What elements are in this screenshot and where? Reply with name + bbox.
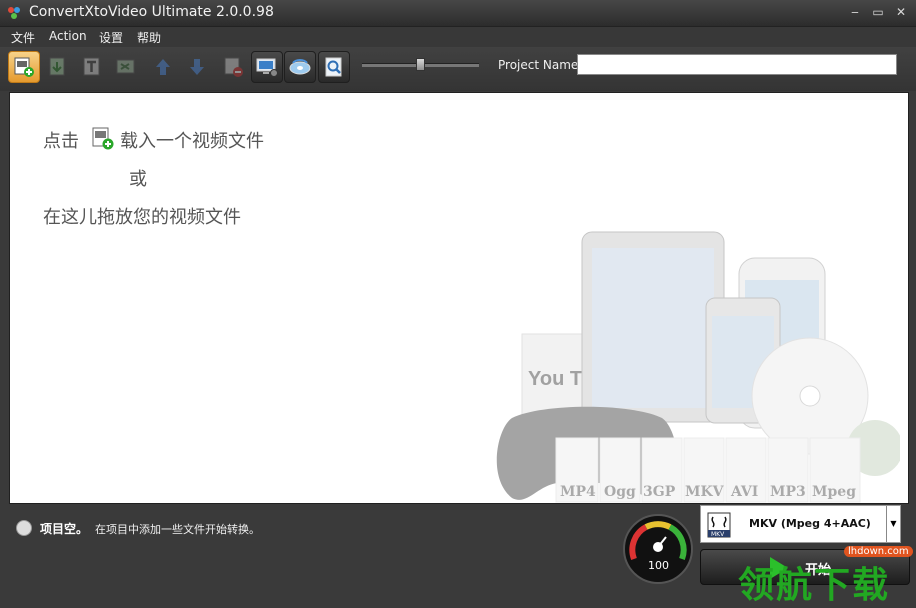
format-tile-3gp: 3GP bbox=[643, 484, 676, 500]
quality-gauge: 100 bbox=[623, 514, 693, 584]
clock-icon bbox=[16, 520, 32, 536]
format-selected-label: MKV (Mpeg 4+AAC) bbox=[749, 517, 871, 530]
mkv-format-icon: MKV bbox=[707, 512, 731, 538]
format-tile-mpeg: Mpeg bbox=[812, 484, 856, 500]
add-video-icon bbox=[14, 57, 34, 77]
arrow-down-icon bbox=[190, 59, 204, 75]
disc-burn-icon bbox=[289, 59, 311, 75]
chevron-down-icon[interactable]: ▼ bbox=[886, 506, 900, 542]
devices-illustration: You Tube MP4 Ogg 3GP MKV AVI MP3 Mpeg bbox=[496, 231, 900, 503]
display-settings-button[interactable] bbox=[251, 51, 283, 83]
window-title: ConvertXtoVideo Ultimate 2.0.0.98 bbox=[29, 4, 274, 20]
drop-zone[interactable]: 点击 载入一个视频文件 或 在这儿拖放您的视频文件 You Tube MP4 O… bbox=[9, 92, 909, 504]
format-tile-mkv: MKV bbox=[685, 484, 725, 500]
format-tile-ogg: Ogg bbox=[604, 484, 636, 500]
menu-help[interactable]: 帮助 bbox=[137, 29, 161, 46]
maximize-button[interactable]: ▭ bbox=[869, 4, 887, 20]
watermark-logo: 领航下载 bbox=[738, 565, 891, 606]
menu-bar: 文件 Action 设置 帮助 bbox=[0, 27, 916, 47]
minimize-button[interactable]: ‒ bbox=[846, 4, 864, 20]
move-down-button[interactable] bbox=[181, 51, 213, 83]
status-bar: 项目空。 在项目中添加一些文件开始转换。 bbox=[9, 511, 619, 543]
display-settings-icon bbox=[256, 58, 278, 77]
remove-video-button[interactable] bbox=[217, 51, 249, 83]
status-title: 项目空。 bbox=[40, 522, 89, 536]
add-video-icon[interactable] bbox=[92, 126, 114, 150]
zoom-slider-thumb[interactable] bbox=[416, 58, 425, 71]
status-message: 在项目中添加一些文件开始转换。 bbox=[95, 523, 260, 536]
format-tile-mp4: MP4 bbox=[560, 484, 596, 500]
export-video-button[interactable] bbox=[42, 51, 74, 83]
burn-disc-button[interactable] bbox=[284, 51, 316, 83]
video-edit-icon bbox=[116, 59, 135, 74]
video-export-icon bbox=[49, 57, 65, 76]
menu-file[interactable]: 文件 bbox=[11, 29, 35, 46]
move-up-button[interactable] bbox=[147, 51, 179, 83]
add-title-button[interactable] bbox=[76, 51, 108, 83]
gauge-value: 100 bbox=[648, 559, 669, 572]
menu-settings[interactable]: 设置 bbox=[99, 29, 123, 46]
text-title-icon bbox=[83, 57, 100, 76]
menu-action[interactable]: Action bbox=[49, 29, 87, 43]
arrow-up-icon bbox=[156, 59, 170, 75]
title-bar: ConvertXtoVideo Ultimate 2.0.0.98 ‒ ▭ ✕ bbox=[0, 0, 916, 27]
project-name-input[interactable] bbox=[577, 54, 897, 75]
format-tile-avi: AVI bbox=[730, 484, 758, 500]
project-name-label: Project Name bbox=[498, 58, 579, 72]
edit-video-button[interactable] bbox=[110, 51, 142, 83]
format-tile-mp3: MP3 bbox=[770, 484, 806, 500]
output-format-select[interactable]: MKV MKV (Mpeg 4+AAC) ▼ bbox=[700, 505, 901, 543]
hint-or: 或 bbox=[129, 169, 147, 190]
preview-button[interactable] bbox=[318, 51, 350, 83]
hint-click-prefix: 点击 bbox=[43, 131, 79, 152]
preview-search-icon bbox=[325, 57, 342, 77]
hint-drag: 在这儿拖放您的视频文件 bbox=[43, 207, 241, 228]
remove-video-icon bbox=[224, 57, 243, 77]
mkv-icon-label: MKV bbox=[711, 531, 725, 538]
close-button[interactable]: ✕ bbox=[892, 4, 910, 20]
app-icon bbox=[8, 7, 20, 19]
hint-click-suffix: 载入一个视频文件 bbox=[120, 131, 264, 152]
add-video-button[interactable] bbox=[8, 51, 40, 83]
